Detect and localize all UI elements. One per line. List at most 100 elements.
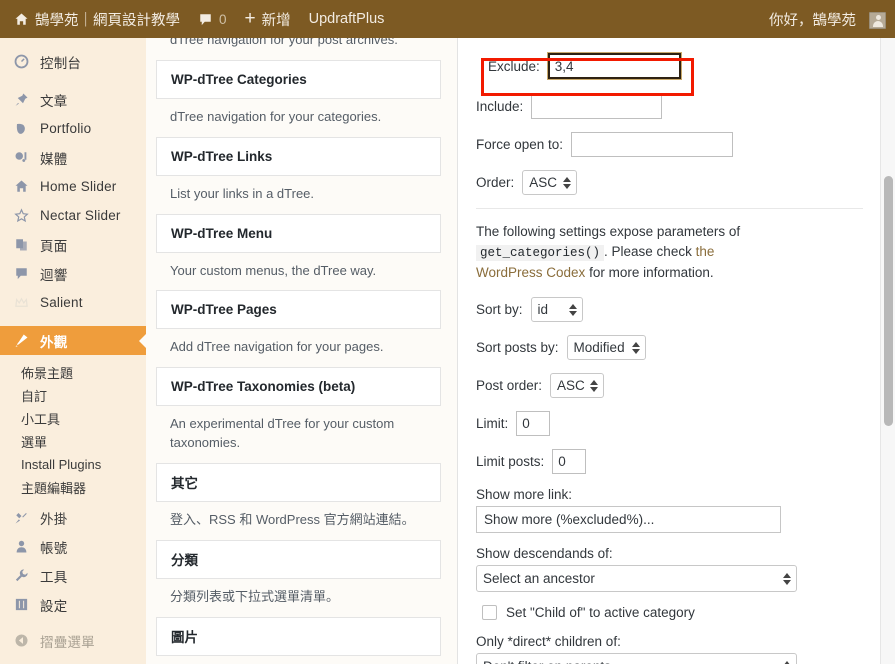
content-area: dTree navigation for your post archives.… xyxy=(146,38,881,664)
media-icon xyxy=(12,150,31,165)
only-direct-children-of-select[interactable]: Don't filter on parents xyxy=(476,653,797,664)
sidebar-item-label: 設定 xyxy=(40,598,68,614)
include-row: Include: xyxy=(476,94,863,119)
sidebar-item-portfolio[interactable]: Portfolio xyxy=(0,114,146,143)
sidebar-item-label: 頁面 xyxy=(40,238,68,254)
widget-wp-dtree-links[interactable]: WP-dTree Links xyxy=(156,136,441,176)
sidebar-item-pages[interactable]: 頁面 xyxy=(0,230,146,259)
sidebar-item-home-slider[interactable]: Home Slider xyxy=(0,172,146,201)
crown-icon xyxy=(12,295,31,310)
wrench-icon xyxy=(12,568,31,583)
plug-icon xyxy=(12,510,31,525)
sidebar-item-plugins[interactable]: 外掛 xyxy=(0,503,146,532)
sidebar-item-appearance[interactable]: 外觀 xyxy=(0,326,146,355)
include-input[interactable] xyxy=(531,94,663,119)
only-direct-children-of-label: Only *direct* children of: xyxy=(476,634,621,650)
sidebar-subitem-widgets[interactable]: 小工具 xyxy=(0,407,146,430)
post-order-row: Post order: ASC xyxy=(476,373,863,399)
sidebar-item-label: 媒體 xyxy=(40,151,68,167)
pages-icon xyxy=(12,237,31,252)
widget-description: 分類列表或下拉式選單清單。 xyxy=(170,588,340,604)
widget-description: 登入、RSS 和 WordPress 官方網站連結。 xyxy=(170,511,415,527)
sidebar-item-media[interactable]: 媒體 xyxy=(0,143,146,172)
widget-wp-dtree-taxonomies[interactable]: WP-dTree Taxonomies (beta) xyxy=(156,367,441,407)
sort-by-select[interactable]: id xyxy=(530,297,583,323)
user-icon xyxy=(12,539,31,554)
show-descendands-of-row: Show descendands of: Select an ancestor xyxy=(476,546,863,593)
show-descendands-of-label: Show descendands of: xyxy=(476,546,613,562)
sort-posts-by-select[interactable]: Modified xyxy=(566,335,646,361)
note-text-before: The following settings expose parameters… xyxy=(476,224,741,239)
note-code: get_categories() xyxy=(476,245,605,262)
page-scrollbar[interactable] xyxy=(880,38,895,664)
sidebar-subitem-menus[interactable]: 選單 xyxy=(0,430,146,453)
sidebar-item-label: 摺疊選單 xyxy=(40,634,95,650)
sidebar-item-label: 外觀 xyxy=(40,334,68,350)
admin-bar-greeting: 你好，鵠學苑 xyxy=(769,12,856,29)
portfolio-icon xyxy=(12,121,31,136)
set-child-of-label: Set "Child of" to active category xyxy=(506,605,695,621)
comment-bubble-icon xyxy=(198,12,213,27)
admin-bar-new-content[interactable]: + 新增 xyxy=(236,0,300,38)
exclude-label: Exclude: xyxy=(488,58,540,74)
sidebar-subitem-customize[interactable]: 自訂 xyxy=(0,384,146,407)
widget-image[interactable]: 圖片 xyxy=(156,616,441,656)
sidebar-item-label: 控制台 xyxy=(40,55,82,71)
sidebar-collapse-menu[interactable]: 摺疊選單 xyxy=(0,626,146,655)
admin-bar-comments[interactable]: 0 xyxy=(189,0,236,38)
limit-posts-input[interactable] xyxy=(552,449,587,475)
settings-note: The following settings expose parameters… xyxy=(476,222,776,283)
order-select-wrap: ASC xyxy=(522,170,578,195)
sidebar-item-nectar-slider[interactable]: Nectar Slider xyxy=(0,201,146,230)
widget-wp-dtree-menu[interactable]: WP-dTree Menu xyxy=(156,213,441,253)
sidebar-item-label: 外掛 xyxy=(40,511,68,527)
sidebar-item-posts[interactable]: 文章 xyxy=(0,85,146,114)
post-order-select[interactable]: ASC xyxy=(550,373,605,399)
sidebar-item-comments[interactable]: 迴響 xyxy=(0,259,146,288)
show-descendands-of-select[interactable]: Select an ancestor xyxy=(476,565,797,593)
sidebar-item-dashboard[interactable]: 控制台 xyxy=(0,47,146,76)
sidebar-subitem-install-plugins[interactable]: Install Plugins xyxy=(0,453,146,476)
sidebar-item-salient[interactable]: Salient xyxy=(0,288,146,317)
pin-icon xyxy=(12,92,31,107)
widget-wp-dtree-pages[interactable]: WP-dTree Pages xyxy=(156,290,441,330)
sidebar-item-label: 帳號 xyxy=(40,540,68,556)
widget-description: List your links in a dTree. xyxy=(170,185,315,201)
show-more-link-row: Show more link: xyxy=(476,487,863,534)
force-open-to-input[interactable] xyxy=(571,132,734,157)
sort-by-select-wrap: id xyxy=(530,297,583,323)
sidebar-item-label: 工具 xyxy=(40,569,68,585)
sort-by-row: Sort by: id xyxy=(476,297,863,323)
admin-bar-updraftplus[interactable]: UpdraftPlus xyxy=(300,0,394,38)
collapse-arrow-icon xyxy=(12,633,31,648)
exclude-input[interactable] xyxy=(547,53,681,79)
sidebar-subitem-themes[interactable]: 佈景主題 xyxy=(0,361,146,384)
widget-description: Your custom menus, the dTree way. xyxy=(170,262,377,278)
appearance-brush-icon xyxy=(12,333,31,348)
sort-posts-by-row: Sort posts by: Modified xyxy=(476,335,863,361)
show-more-link-input[interactable] xyxy=(476,506,781,534)
sidebar-item-tools[interactable]: 工具 xyxy=(0,561,146,590)
sidebar-subitem-theme-editor[interactable]: 主題編輯器 xyxy=(0,476,146,499)
note-text-after: for more information. xyxy=(589,265,714,280)
limit-posts-label: Limit posts: xyxy=(476,454,545,470)
sidebar-item-users[interactable]: 帳號 xyxy=(0,532,146,561)
limit-posts-row: Limit posts: xyxy=(476,449,863,475)
sidebar-item-settings[interactable]: 設定 xyxy=(0,590,146,619)
admin-bar-comment-count: 0 xyxy=(219,11,227,27)
show-descendands-of-select-wrap: Select an ancestor xyxy=(476,565,797,593)
admin-bar-site-link[interactable]: 鵠學苑｜網頁設計教學 xyxy=(0,0,189,38)
sidebar-item-label: Home Slider xyxy=(40,179,117,194)
limit-input[interactable] xyxy=(516,411,551,437)
widget-description: dTree navigation for your post archives. xyxy=(170,38,398,47)
set-child-of-checkbox[interactable] xyxy=(482,605,497,621)
page-scrollbar-thumb[interactable] xyxy=(884,176,893,426)
order-row: Order: ASC xyxy=(476,170,863,195)
widget-wp-dtree-categories[interactable]: WP-dTree Categories xyxy=(156,59,441,99)
widget-other[interactable]: 其它 xyxy=(156,462,441,502)
order-select[interactable]: ASC xyxy=(522,170,578,195)
sidebar-item-label: Nectar Slider xyxy=(40,208,121,223)
widget-categories[interactable]: 分類 xyxy=(156,539,441,579)
admin-bar-account[interactable]: 你好，鵠學苑 xyxy=(760,0,895,38)
home-icon xyxy=(14,12,29,27)
